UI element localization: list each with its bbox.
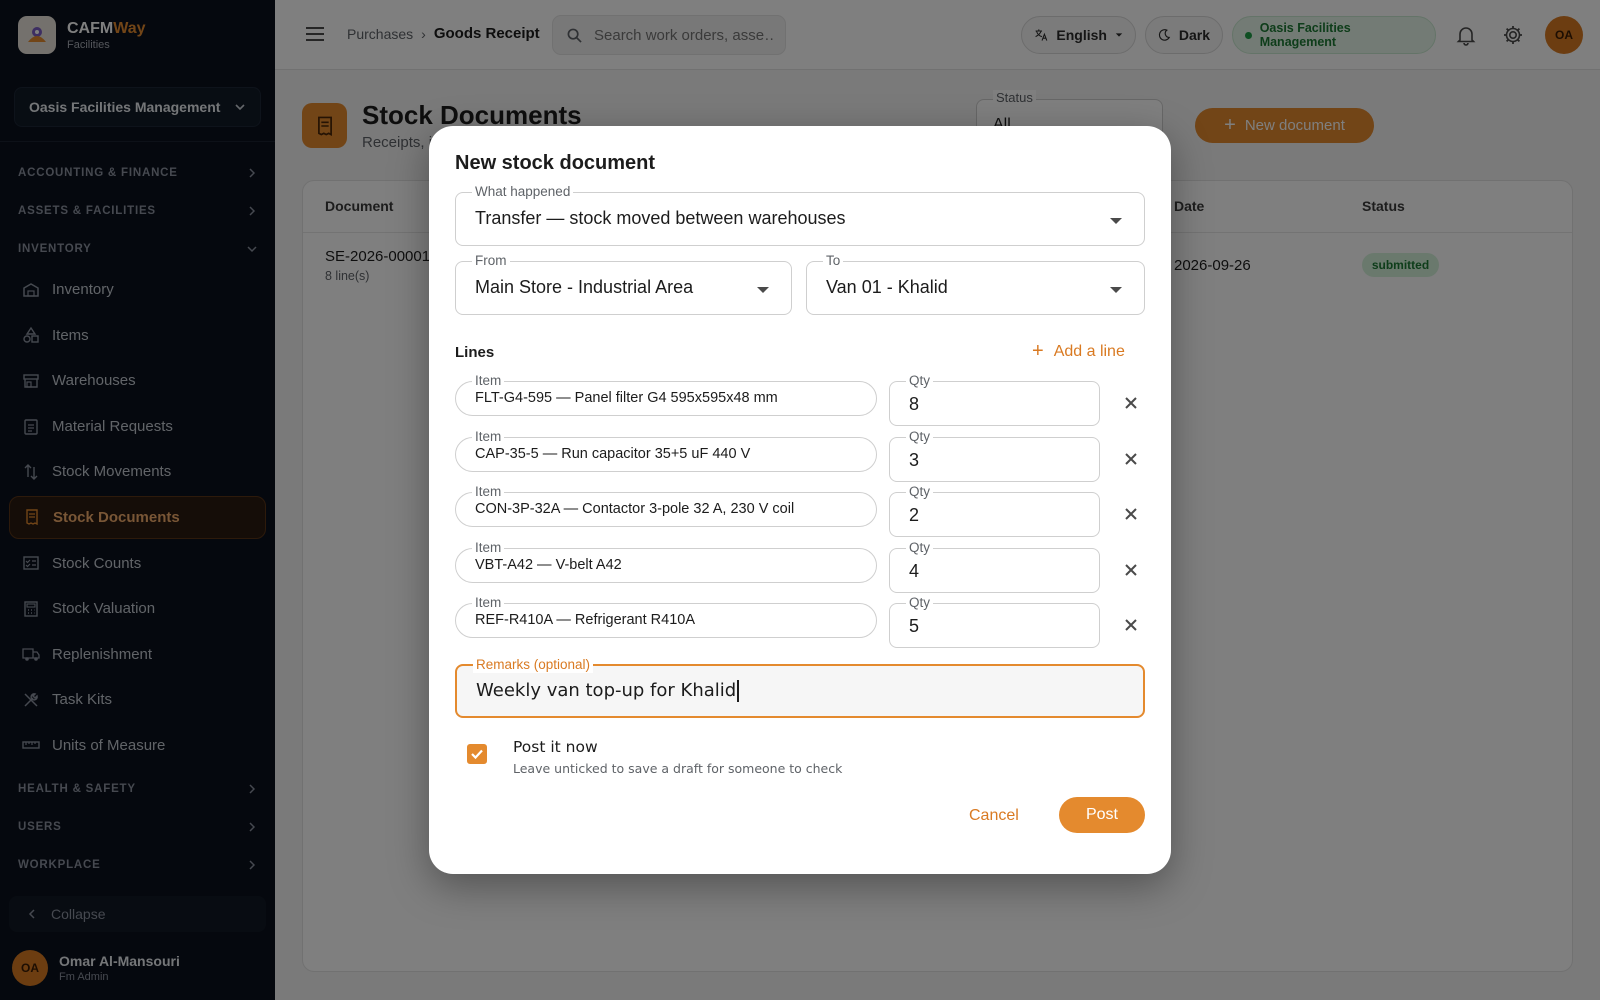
qty-value: 8 (909, 394, 920, 414)
close-icon[interactable] (1121, 504, 1141, 524)
text-cursor (737, 680, 740, 702)
qty-field[interactable]: Qty 8 (889, 373, 1100, 426)
item-field[interactable]: Item CAP-35-5 — Run capacitor 35+5 uF 44… (455, 429, 877, 472)
add-line-button[interactable]: + Add a line (1032, 340, 1125, 363)
new-stock-document-dialog: New stock document What happened Transfe… (429, 126, 1171, 874)
lines-heading: Lines (455, 344, 495, 361)
close-icon[interactable] (1121, 393, 1141, 413)
from-label: From (472, 253, 510, 269)
check-icon (471, 749, 483, 760)
remarks-field[interactable]: Remarks (optional) Weekly van top-up for… (455, 657, 1145, 718)
post-now-hint: Leave unticked to save a draft for someo… (513, 761, 843, 776)
from-warehouse-select[interactable]: From Main Store - Industrial Area (455, 253, 792, 315)
item-value: CAP-35-5 — Run capacitor 35+5 uF 440 V (475, 446, 751, 462)
remarks-label: Remarks (optional) (473, 657, 594, 673)
close-icon[interactable] (1121, 449, 1141, 469)
item-field[interactable]: Item FLT-G4-595 — Panel filter G4 595x59… (455, 373, 877, 416)
item-field[interactable]: Item REF-R410A — Refrigerant R410A (455, 595, 877, 638)
item-value: FLT-G4-595 — Panel filter G4 595x595x48 … (475, 390, 778, 406)
caret-down-icon (1110, 287, 1122, 293)
qty-field[interactable]: Qty 3 (889, 429, 1100, 482)
qty-field[interactable]: Qty 5 (889, 595, 1100, 648)
item-field[interactable]: Item CON-3P-32A — Contactor 3-pole 32 A,… (455, 484, 877, 527)
post-now-checkbox[interactable] (467, 744, 487, 764)
to-value: Van 01 - Khalid (826, 277, 948, 297)
post-now-label: Post it now (513, 738, 598, 756)
line-row: Item REF-R410A — Refrigerant R410A Qty 5 (455, 595, 1145, 648)
remarks-value: Weekly van top-up for Khalid (476, 680, 737, 701)
what-happened-select[interactable]: What happened Transfer — stock moved bet… (455, 184, 1145, 246)
caret-down-icon (757, 287, 769, 293)
item-value: REF-R410A — Refrigerant R410A (475, 612, 696, 628)
line-row: Item CAP-35-5 — Run capacitor 35+5 uF 44… (455, 429, 1145, 482)
line-row: Item VBT-A42 — V-belt A42 Qty 4 (455, 540, 1145, 593)
cancel-button[interactable]: Cancel (969, 807, 1019, 825)
line-row: Item FLT-G4-595 — Panel filter G4 595x59… (455, 373, 1145, 426)
item-field[interactable]: Item VBT-A42 — V-belt A42 (455, 540, 877, 583)
post-button[interactable]: Post (1059, 797, 1145, 833)
plus-icon: + (1032, 340, 1044, 362)
qty-value: 5 (909, 616, 920, 636)
caret-down-icon (1110, 218, 1122, 224)
qty-value: 4 (909, 561, 920, 581)
to-warehouse-select[interactable]: To Van 01 - Khalid (806, 253, 1145, 315)
item-value: CON-3P-32A — Contactor 3-pole 32 A, 230 … (475, 501, 795, 517)
close-icon[interactable] (1121, 560, 1141, 580)
close-icon[interactable] (1121, 615, 1141, 635)
what-happened-value: Transfer — stock moved between warehouse… (475, 208, 846, 228)
from-value: Main Store - Industrial Area (475, 277, 694, 297)
line-row: Item CON-3P-32A — Contactor 3-pole 32 A,… (455, 484, 1145, 537)
qty-field[interactable]: Qty 4 (889, 540, 1100, 593)
item-value: VBT-A42 — V-belt A42 (475, 557, 622, 573)
qty-value: 3 (909, 450, 920, 470)
dialog-title: New stock document (455, 152, 656, 174)
to-label: To (823, 253, 844, 269)
what-happened-label: What happened (472, 184, 574, 200)
qty-field[interactable]: Qty 2 (889, 484, 1100, 537)
qty-value: 2 (909, 505, 920, 525)
